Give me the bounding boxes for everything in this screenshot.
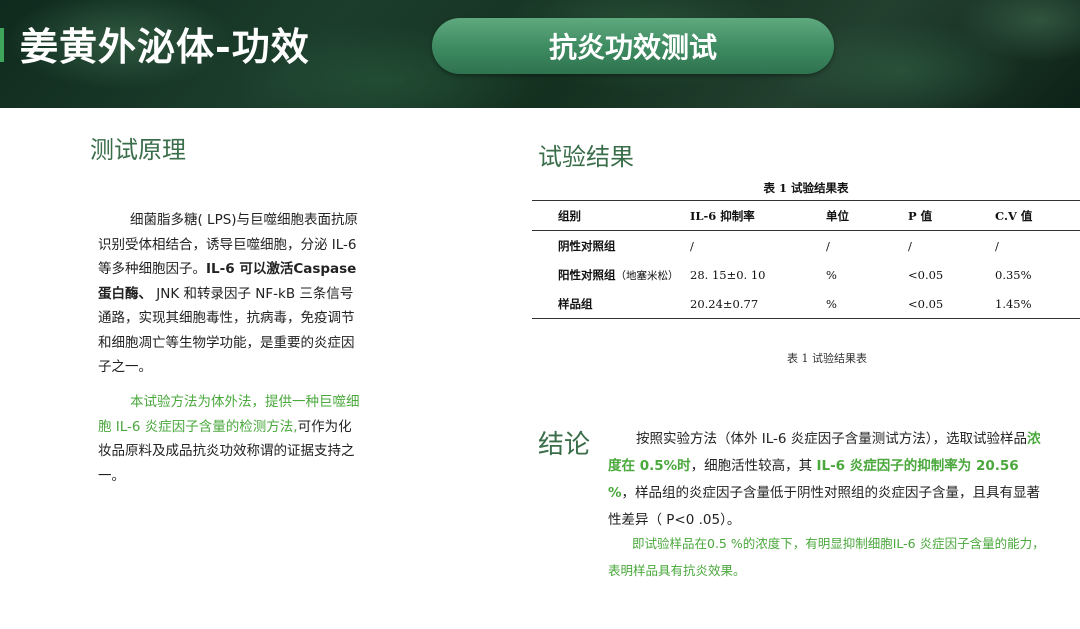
section-pill-label: 抗炎功效测试 (548, 31, 717, 64)
cell-unit: % (826, 267, 837, 282)
table-row: 样品组 20.24±0.77 % <0.05 1.45% (532, 289, 1080, 319)
cell-group: 阴性对照组 (558, 238, 616, 253)
col-header-p: P 值 (908, 200, 995, 231)
section-pill: 抗炎功效测试 (432, 18, 834, 74)
conclusion-text-3: ，样品组的炎症因子含量低于阴性对照组的炎症因子含量，且具有显著性差异（ P<0 … (608, 485, 1041, 528)
cell-rate: 20.24±0.77 (690, 289, 826, 319)
cell-unit: / (826, 238, 830, 253)
col-header-group: 组别 (532, 200, 690, 231)
cell-p: <0.05 (908, 289, 995, 319)
cell-group: 阳性对照组（地塞米松） (532, 260, 690, 289)
cell-p: / (908, 238, 912, 253)
results-table: 组别 IL-6 抑制率 单位 P 值 C.V 值 阴性对照组 / / / / 阳… (532, 200, 1080, 319)
header-banner: 姜黄外泌体-功效 抗炎功效测试 (0, 0, 1080, 108)
cell-rate: / (690, 238, 694, 253)
conclusion-paragraph-1: 按照实验方法（体外 IL-6 炎症因子含量测试方法），选取试验样品浓度在 0.5… (608, 426, 1048, 534)
principle-paragraph-2: 本试验方法为体外法，提供一种巨噬细胞 IL-6 炎症因子含量的检测方法,可作为化… (98, 390, 360, 488)
title-accent-bar (0, 28, 4, 62)
conclusion-text-2: ，细胞活性较高，其 (690, 458, 817, 474)
results-heading: 试验结果 (538, 143, 634, 171)
table-row: 阳性对照组（地塞米松） 28. 15±0. 10 % <0.05 0.35% (532, 260, 1080, 289)
table-title: 表 1 试验结果表 (763, 181, 849, 195)
cell-cv: 0.35% (995, 267, 1032, 282)
col-header-cv: C.V 值 (995, 200, 1080, 231)
col-header-rate: IL-6 抑制率 (690, 200, 826, 231)
table-caption: 表 1 试验结果表 (787, 352, 867, 365)
page-title: 姜黄外泌体-功效 (20, 24, 310, 69)
cell-cv: / (995, 238, 999, 253)
conclusion-heading: 结论 (538, 430, 591, 460)
col-header-unit: 单位 (826, 200, 908, 231)
principle-heading: 测试原理 (90, 136, 186, 164)
cell-rate: 28. 15±0. 10 (690, 267, 766, 282)
cell-group: 样品组 (532, 289, 690, 319)
cell-group-name: 阳性对照组 (558, 267, 616, 282)
principle-paragraph-1: 细菌脂多糖( LPS)与巨噬细胞表面抗原识别受体相结合，诱导巨噬细胞，分泌 IL… (98, 208, 360, 380)
cell-group-note: （地塞米松） (615, 269, 679, 282)
table-header-row: 组别 IL-6 抑制率 单位 P 值 C.V 值 (532, 200, 1080, 231)
conclusion-paragraph-2: 即试验样品在0.5 %的浓度下，有明显抑制细胞IL-6 炎症因子含量的能力，表明… (608, 536, 1045, 578)
cell-cv: 1.45% (995, 289, 1080, 319)
cell-p: <0.05 (908, 267, 944, 282)
cell-unit: % (826, 289, 908, 319)
conclusion-text-1: 按照实验方法（体外 IL-6 炎症因子含量测试方法），选取试验样品 (636, 431, 1028, 447)
table-row: 阴性对照组 / / / / (532, 231, 1080, 261)
